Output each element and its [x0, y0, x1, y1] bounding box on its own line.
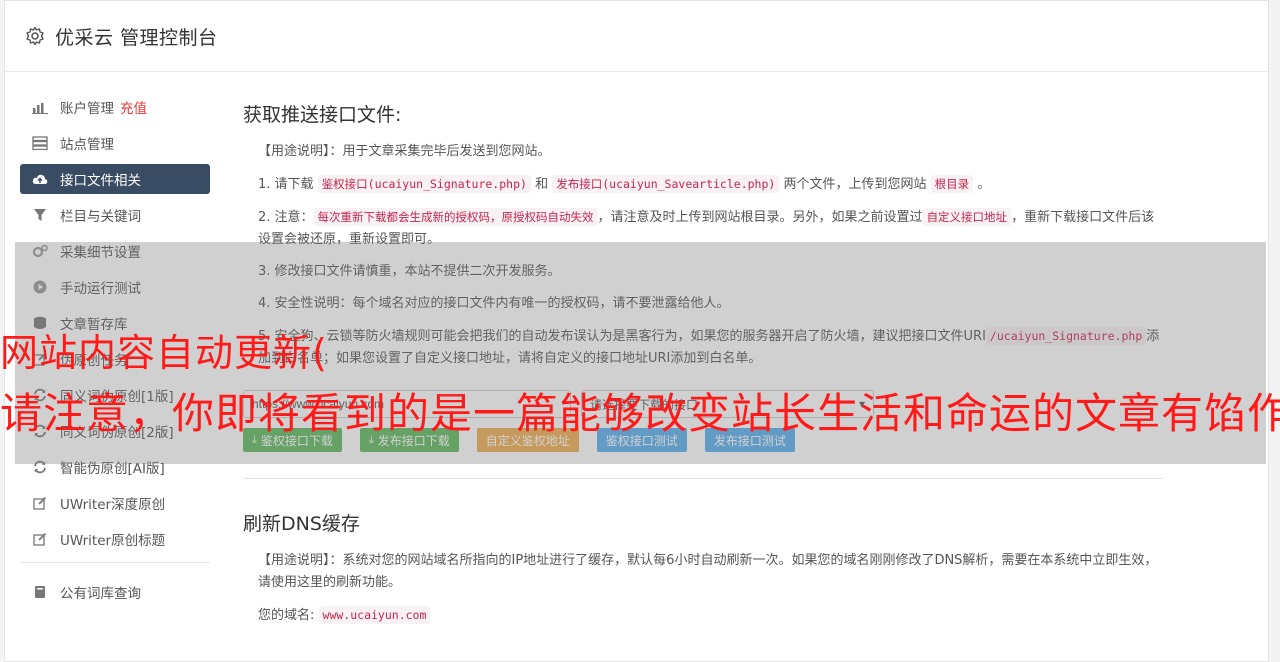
sidebar-item-label: 账户管理	[60, 101, 114, 117]
sidebar-item-label: 公有词库查询	[60, 586, 141, 602]
sidebar-item-label: UWriter原创标题	[60, 533, 166, 549]
sidebar-item-interface-files[interactable]: 接口文件相关	[20, 164, 210, 194]
savearticle-file-code: 发布接口(ucaiyun_Savearticle.php)	[552, 175, 780, 193]
usage-note: 【用途说明】：用于文章采集完毕后发送到您网站。	[258, 144, 551, 159]
dns-usage-note: 【用途说明】：系统对您的网站域名所指向的IP地址进行了缓存，默认每6小时自动刷新…	[258, 553, 1158, 590]
section-divider	[243, 478, 1163, 479]
page-title: 优采云 管理控制台	[55, 26, 218, 49]
bar-chart-icon	[32, 99, 48, 115]
book-icon	[32, 584, 48, 600]
sidebar-item-label: UWriter深度原创	[60, 497, 166, 513]
sidebar-item-label: 接口文件相关	[60, 173, 141, 189]
recharge-link[interactable]: 充值	[120, 97, 147, 117]
domain-label: 您的域名:	[258, 608, 315, 623]
sidebar-item-label: 栏目与关键词	[60, 209, 141, 225]
root-dir-code: 根目录	[930, 175, 974, 193]
domain-row: 您的域名: www.ucaiyun.com	[258, 604, 1163, 627]
cloud-upload-icon	[32, 171, 48, 187]
step-text: 和	[535, 177, 549, 192]
step-text: 。	[977, 177, 991, 192]
regenerate-warning-code: 每次重新下载都会生成新的授权码，原授权码自动失效	[313, 208, 598, 226]
signature-file-code: 鉴权接口(ucaiyun_Signature.php)	[317, 175, 531, 193]
edit-icon	[32, 495, 48, 511]
sidebar-item-public-lexicon[interactable]: 公有词库查询	[20, 577, 210, 607]
step-text: ，请注意及时上传到网站根目录。另外，如果之前设置过	[597, 210, 923, 225]
step-text: 两个文件，上传到您网站	[783, 177, 927, 192]
sidebar-item-uwriter-title[interactable]: UWriter原创标题	[20, 524, 210, 554]
sidebar-divider	[20, 562, 210, 563]
watermark-line-1: 网站内容自动更新(	[0, 331, 328, 375]
step-text: 1. 请下载	[258, 177, 314, 192]
filter-icon	[32, 207, 48, 223]
header: 优采云 管理控制台	[5, 1, 1268, 72]
watermark-line-2: 请注意，你即将看到的是一篇能够改变站长生活和命运的文章有馅作	[0, 389, 1280, 438]
custom-address-code: 自定义接口地址	[922, 208, 1012, 226]
sidebar-item-columns-keywords[interactable]: 栏目与关键词	[20, 200, 210, 230]
edit-icon	[32, 531, 48, 547]
step-1: 1. 请下载 鉴权接口(ucaiyun_Signature.php) 和 发布接…	[258, 173, 1163, 196]
section-title-interface: 获取推送接口文件:	[243, 104, 402, 126]
domain-value: www.ucaiyun.com	[318, 606, 431, 624]
sidebar-item-account[interactable]: 账户管理 充值	[20, 92, 210, 122]
step-text: 2. 注意：	[258, 210, 314, 225]
sidebar-item-label: 站点管理	[60, 137, 114, 153]
section-title-dns: 刷新DNS缓存	[243, 513, 360, 535]
sidebar-item-uwriter-deep[interactable]: UWriter深度原创	[20, 488, 210, 518]
sidebar-item-sites[interactable]: 站点管理	[20, 128, 210, 158]
server-icon	[32, 135, 48, 151]
gear-icon	[26, 26, 44, 46]
